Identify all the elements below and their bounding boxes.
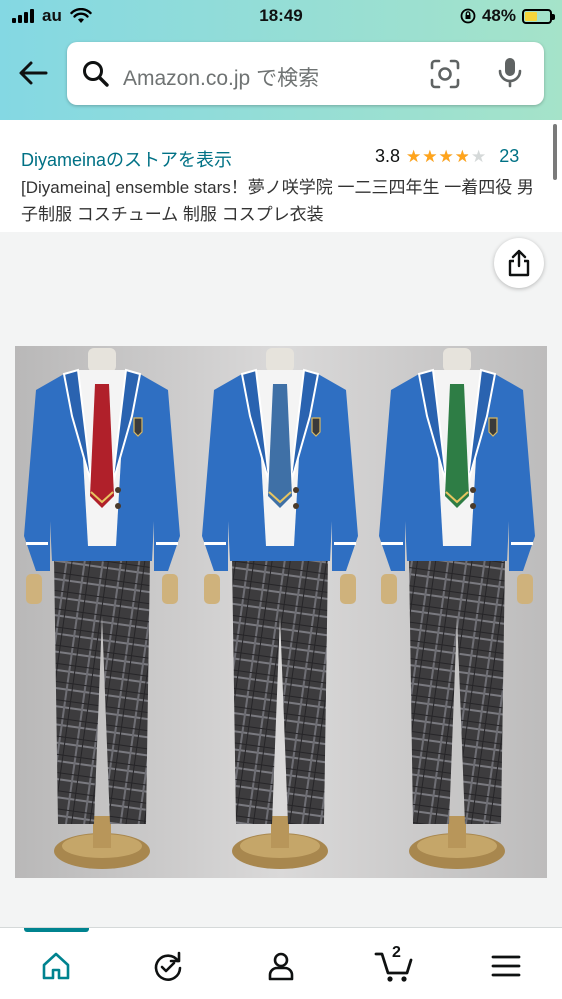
battery-icon [522,8,555,24]
rating-summary[interactable]: 3.8 ★★★★★★★★★★ 23 [375,146,519,167]
menu-icon [491,955,521,977]
tab-account[interactable] [261,946,301,986]
search-bar[interactable]: Amazon.co.jp で検索 [67,42,544,105]
review-count[interactable]: 23 [499,146,519,167]
store-link[interactable]: Diyameinaのストアを表示 [21,146,232,172]
image-gallery [0,232,562,927]
tab-home[interactable] [36,946,76,986]
star-rating-icon: ★★★★★★★★★★ [406,147,488,166]
tab-menu[interactable] [486,946,526,986]
microphone-icon[interactable] [497,56,523,90]
back-arrow-icon[interactable] [16,56,50,90]
refresh-icon [154,951,182,981]
cart-count-badge: 2 [392,944,401,961]
tab-recent[interactable] [148,946,188,986]
share-button[interactable] [494,238,544,288]
camera-search-icon[interactable] [429,58,461,90]
search-input[interactable]: Amazon.co.jp で検索 [123,62,319,92]
bottom-tab-bar: 2 [0,927,562,999]
rating-value: 3.8 [375,146,401,166]
product-info: Diyameinaのストアを表示 3.8 ★★★★★★★★★★ 23 [Diya… [0,120,562,232]
battery-percent: 48% [481,6,516,25]
product-title: [Diyameina] ensemble stars！夢ノ咲学院 一二三四年生 … [21,178,534,224]
app-header: au 18:49 48% Amazon.co.jp で検索 [0,0,562,120]
status-bar: au 18:49 48% [0,0,562,34]
search-icon [83,61,109,87]
orientation-lock-icon [460,8,476,24]
home-icon [42,952,70,980]
active-tab-indicator [24,928,89,932]
tab-cart[interactable]: 2 [374,944,414,986]
account-icon [268,952,294,981]
scrollbar[interactable] [553,124,557,180]
product-image[interactable] [15,346,547,878]
share-icon [508,249,530,277]
